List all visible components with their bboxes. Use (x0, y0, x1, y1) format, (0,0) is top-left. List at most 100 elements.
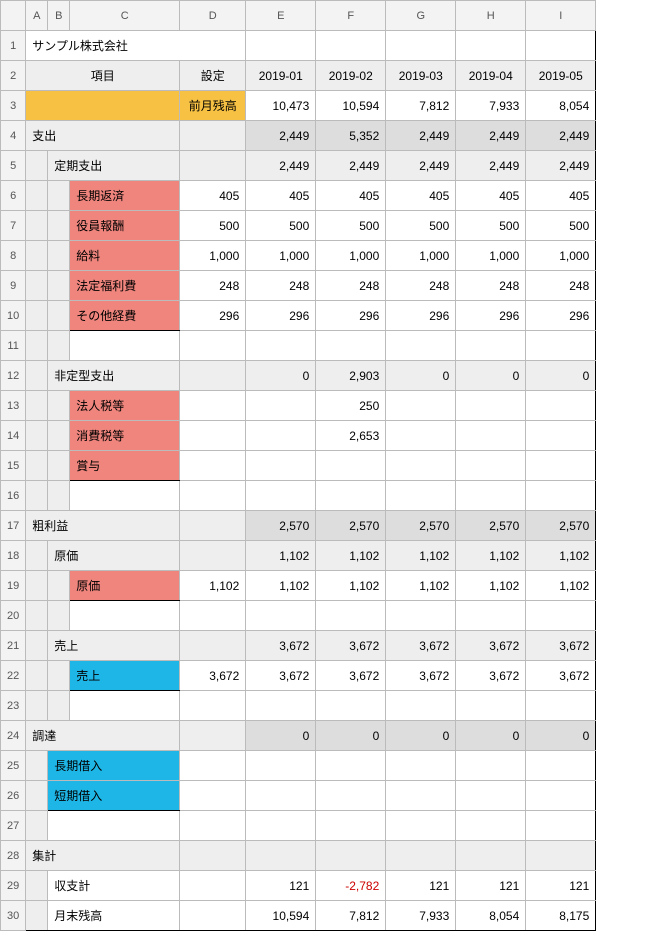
cell[interactable]: 121 (526, 871, 596, 901)
cell[interactable]: 2,449 (246, 121, 316, 151)
row-header[interactable]: 13 (1, 391, 26, 421)
item-salary[interactable]: 給料 (70, 241, 180, 271)
cell[interactable]: 2,449 (386, 121, 456, 151)
cell[interactable]: 2,449 (316, 151, 386, 181)
cell[interactable]: 296 (316, 301, 386, 331)
row-header[interactable]: 14 (1, 421, 26, 451)
header-item[interactable]: 項目 (26, 61, 180, 91)
section-gross-profit[interactable]: 粗利益 (26, 511, 180, 541)
cell[interactable]: 1,000 (386, 241, 456, 271)
cell[interactable]: 248 (456, 271, 526, 301)
cell[interactable]: 3,672 (246, 631, 316, 661)
header-setting[interactable]: 設定 (180, 61, 246, 91)
row-header[interactable]: 24 (1, 721, 26, 751)
cell[interactable]: 7,812 (386, 91, 456, 121)
row-header[interactable]: 16 (1, 481, 26, 511)
cell[interactable]: 0 (526, 721, 596, 751)
cell[interactable]: 248 (526, 271, 596, 301)
cell[interactable]: 2,449 (526, 121, 596, 151)
cell[interactable]: 296 (246, 301, 316, 331)
cell[interactable]: 405 (246, 181, 316, 211)
cell[interactable]: 296 (456, 301, 526, 331)
cell[interactable]: 121 (386, 871, 456, 901)
cell[interactable] (246, 391, 316, 421)
cell[interactable]: 3,672 (246, 661, 316, 691)
header-month[interactable]: 2019-03 (386, 61, 456, 91)
cell[interactable]: 3,672 (456, 631, 526, 661)
cell[interactable]: 296 (386, 301, 456, 331)
cell[interactable]: 500 (386, 211, 456, 241)
cell[interactable]: 1,000 (246, 241, 316, 271)
subsection-cost[interactable]: 原価 (48, 541, 180, 571)
item-consumption-tax[interactable]: 消費税等 (70, 421, 180, 451)
col-header[interactable]: H (456, 1, 526, 31)
cell[interactable]: 0 (386, 721, 456, 751)
cell[interactable]: 10,473 (246, 91, 316, 121)
row-header[interactable]: 18 (1, 541, 26, 571)
spreadsheet[interactable]: A B C D E F G H I 1 サンプル株式会社 2 項目 設定 201… (0, 0, 596, 931)
cell[interactable]: 2,653 (316, 421, 386, 451)
cell[interactable] (386, 391, 456, 421)
cell[interactable]: -2,782 (316, 871, 386, 901)
item-month-end-balance[interactable]: 月末残高 (48, 901, 180, 931)
cell[interactable]: 1,102 (316, 571, 386, 601)
row-header[interactable]: 12 (1, 361, 26, 391)
item-other-expense[interactable]: その他経費 (70, 301, 180, 331)
prev-balance-label[interactable]: 前月残高 (180, 91, 246, 121)
subsection-regular[interactable]: 定期支出 (48, 151, 180, 181)
cell[interactable]: 2,570 (526, 511, 596, 541)
cell[interactable]: 1,102 (246, 541, 316, 571)
row-header[interactable]: 3 (1, 91, 26, 121)
cell[interactable]: 8,054 (456, 901, 526, 931)
item-corp-tax[interactable]: 法人税等 (70, 391, 180, 421)
header-month[interactable]: 2019-02 (316, 61, 386, 91)
cell[interactable]: 10,594 (246, 901, 316, 931)
cell[interactable]: 2,449 (386, 151, 456, 181)
col-header[interactable]: F (316, 1, 386, 31)
cell[interactable]: 3,672 (456, 661, 526, 691)
cell[interactable]: 1,102 (316, 541, 386, 571)
row-header[interactable]: 9 (1, 271, 26, 301)
section-summary[interactable]: 集計 (26, 841, 180, 871)
cell[interactable]: 2,570 (246, 511, 316, 541)
cell[interactable]: 500 (246, 211, 316, 241)
cell[interactable]: 7,933 (386, 901, 456, 931)
cell[interactable]: 500 (456, 211, 526, 241)
cell[interactable]: 248 (386, 271, 456, 301)
item-balance-total[interactable]: 収支計 (48, 871, 180, 901)
header-month[interactable]: 2019-04 (456, 61, 526, 91)
section-expense[interactable]: 支出 (26, 121, 180, 151)
row-header[interactable]: 7 (1, 211, 26, 241)
cell[interactable]: 296 (526, 301, 596, 331)
cell[interactable]: 0 (386, 361, 456, 391)
cell[interactable] (456, 421, 526, 451)
item-bonus[interactable]: 賞与 (70, 451, 180, 481)
cell[interactable]: 248 (246, 271, 316, 301)
row-header[interactable]: 4 (1, 121, 26, 151)
cell[interactable]: 1,000 (180, 241, 246, 271)
row-header[interactable]: 19 (1, 571, 26, 601)
cell[interactable]: 405 (526, 181, 596, 211)
cell[interactable]: 121 (246, 871, 316, 901)
row-header[interactable]: 21 (1, 631, 26, 661)
item-welfare[interactable]: 法定福利費 (70, 271, 180, 301)
col-header[interactable]: A (26, 1, 48, 31)
cell[interactable]: 405 (316, 181, 386, 211)
subsection-sales[interactable]: 売上 (48, 631, 180, 661)
row-header[interactable]: 5 (1, 151, 26, 181)
row-header[interactable]: 23 (1, 691, 26, 721)
cell[interactable]: 0 (456, 361, 526, 391)
cell[interactable] (526, 421, 596, 451)
row-header[interactable]: 8 (1, 241, 26, 271)
row-header[interactable]: 11 (1, 331, 26, 361)
row-header[interactable]: 22 (1, 661, 26, 691)
row-header[interactable]: 6 (1, 181, 26, 211)
cell[interactable]: 3,672 (180, 661, 246, 691)
cell[interactable]: 7,933 (456, 91, 526, 121)
cell[interactable]: 1,102 (526, 541, 596, 571)
cell[interactable]: 405 (386, 181, 456, 211)
cell[interactable]: 500 (526, 211, 596, 241)
cell[interactable]: 250 (316, 391, 386, 421)
cell[interactable]: 248 (180, 271, 246, 301)
cell[interactable]: 248 (316, 271, 386, 301)
